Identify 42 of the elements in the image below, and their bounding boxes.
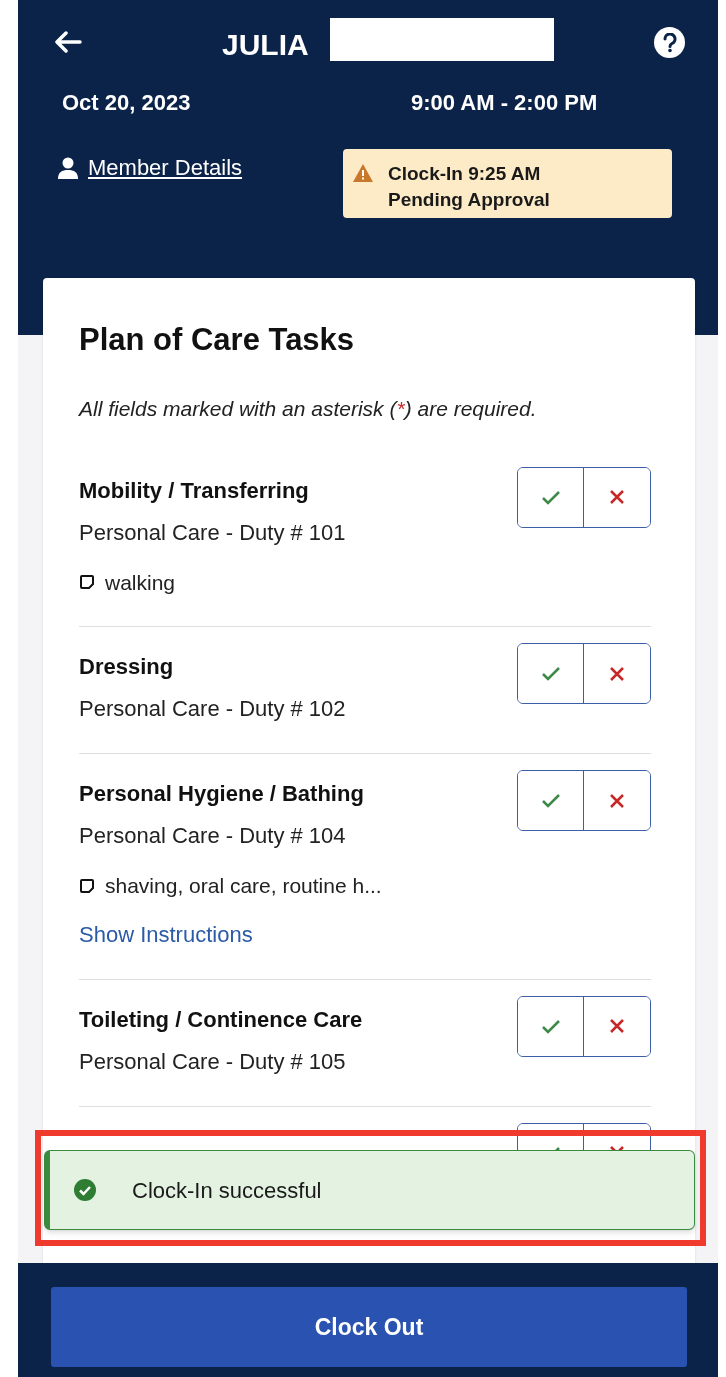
member-name: JULIA (222, 27, 309, 63)
member-details-link[interactable]: Member Details (58, 151, 243, 184)
complete-button[interactable] (518, 996, 584, 1056)
required-note: All fields marked with an asterisk (*) are required. (79, 396, 538, 422)
clock-out-button[interactable]: Clock Out (51, 1287, 687, 1367)
check-icon (540, 489, 561, 505)
task-note: walking (105, 569, 176, 596)
note-icon (79, 574, 95, 591)
check-icon (540, 1018, 561, 1034)
close-icon (609, 665, 625, 682)
complete-button[interactable] (518, 771, 584, 830)
status-text: Pending Approval (388, 188, 550, 212)
task-title: Personal Hygiene / Bathing (79, 780, 365, 808)
check-icon (540, 666, 561, 681)
task-subtitle: Personal Care - Duty # 105 (79, 1047, 347, 1076)
card-title: Plan of Care Tasks (79, 321, 356, 359)
note-icon (79, 877, 95, 894)
task-title: Dressing (79, 653, 175, 681)
task-title: Mobility / Transferring (79, 476, 310, 505)
show-instructions-link[interactable]: Show Instructions (79, 917, 382, 951)
task-subtitle: Personal Care - Duty # 104 (79, 822, 347, 850)
person-icon (58, 156, 78, 179)
help-button[interactable] (654, 27, 685, 58)
close-icon (609, 1018, 625, 1034)
task-title: Toileting / Continence Care (79, 1005, 363, 1034)
task-subtitle: Personal Care - Duty # 101 (79, 518, 346, 547)
status-text: Clock-In 9:25 AM (388, 162, 542, 186)
task-subtitle: Personal Care - Duty # 102 (79, 695, 346, 723)
toast-message: Clock-In successful (132, 1176, 322, 1205)
close-icon (609, 792, 625, 809)
check-circle-icon (74, 1179, 96, 1201)
shift-date: Oct 20, 2023 (62, 89, 191, 117)
shift-time: 9:00 AM - 2:00 PM (411, 89, 598, 117)
back-arrow-icon (54, 31, 82, 53)
check-icon (540, 793, 561, 808)
help-icon (662, 32, 677, 53)
back-button[interactable] (52, 28, 84, 56)
complete-button[interactable] (518, 467, 584, 527)
task-note: shaving, oral care, routine h... (105, 873, 382, 899)
warning-icon (353, 164, 373, 182)
complete-button[interactable] (518, 644, 584, 703)
close-icon (609, 489, 625, 505)
